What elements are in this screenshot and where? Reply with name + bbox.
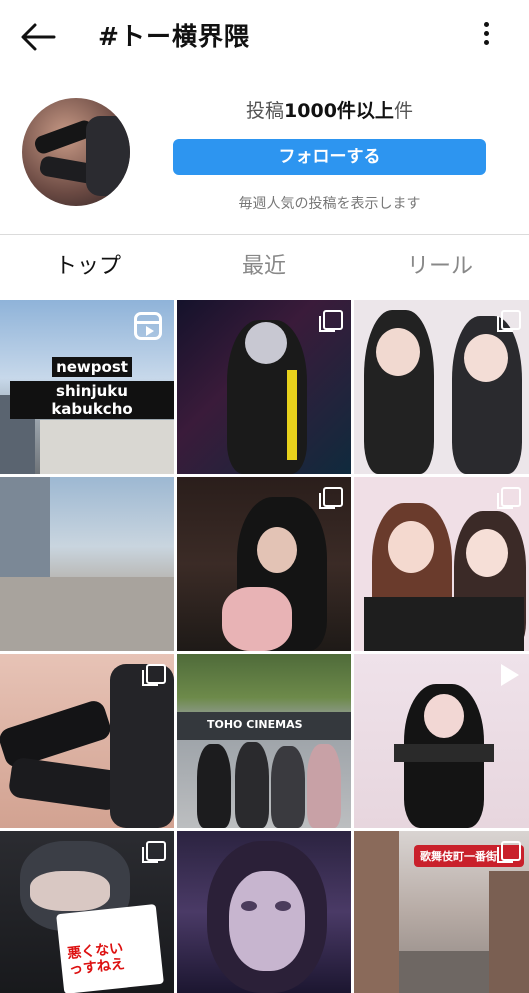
post-thumbnail[interactable]: TOHO CINEMAS: [177, 654, 351, 828]
post-thumbnail[interactable]: [177, 300, 351, 474]
post-thumbnail[interactable]: [0, 477, 174, 651]
multiple-images-icon: [142, 841, 166, 863]
post-count-prefix: 投稿: [246, 100, 285, 122]
multiple-images-icon: [497, 310, 521, 332]
multiple-images-icon: [142, 664, 166, 686]
top-app-bar: #トー横界隈: [0, 0, 529, 72]
reels-icon: [134, 312, 162, 340]
post-count-suffix: 件: [393, 100, 413, 122]
post-thumbnail[interactable]: newpost shinjuku kabukcho: [0, 300, 174, 474]
play-icon: [501, 664, 519, 686]
caption-line-1: newpost: [52, 357, 132, 377]
hashtag-avatar: [22, 98, 130, 206]
post-grid: newpost shinjuku kabukcho TOHO CINEMAS 悪…: [0, 300, 529, 993]
post-caption: newpost shinjuku kabukcho: [10, 355, 174, 421]
post-count-value: 1000件以上: [284, 100, 394, 122]
post-thumbnail[interactable]: [354, 300, 529, 474]
post-thumbnail[interactable]: [354, 654, 529, 828]
sign-text: 歌舞伎町一番街: [420, 850, 497, 863]
caption-line-2: shinjuku kabukcho: [10, 381, 174, 419]
tab-bar: トップ 最近 リール: [0, 236, 529, 298]
more-vertical-icon: [476, 22, 496, 45]
tab-recent[interactable]: 最近: [176, 236, 352, 298]
more-options-button[interactable]: [476, 22, 496, 50]
post-count: 投稿1000件以上件: [173, 96, 486, 123]
post-thumbnail[interactable]: [354, 477, 529, 651]
hashtag-title: #トー横界隈: [98, 22, 250, 51]
tab-reels[interactable]: リール: [352, 236, 528, 298]
back-button[interactable]: [20, 22, 56, 52]
multiple-images-icon: [497, 487, 521, 509]
multiple-images-icon: [319, 310, 343, 332]
multiple-images-icon: [497, 841, 521, 863]
post-thumbnail[interactable]: [177, 831, 351, 993]
follow-button[interactable]: フォローする: [173, 139, 486, 175]
multiple-images-icon: [319, 487, 343, 509]
sign-text: TOHO CINEMAS: [207, 718, 303, 731]
post-thumbnail[interactable]: 歌舞伎町一番街: [354, 831, 529, 993]
divider: [0, 234, 529, 235]
arrow-left-icon: [21, 23, 56, 51]
post-thumbnail[interactable]: 悪くない っすねえ: [0, 831, 174, 993]
post-thumbnail[interactable]: [177, 477, 351, 651]
weekly-popular-note: 毎週人気の投稿を表示します: [238, 196, 421, 212]
tab-top[interactable]: トップ: [0, 236, 176, 298]
post-thumbnail[interactable]: [0, 654, 174, 828]
